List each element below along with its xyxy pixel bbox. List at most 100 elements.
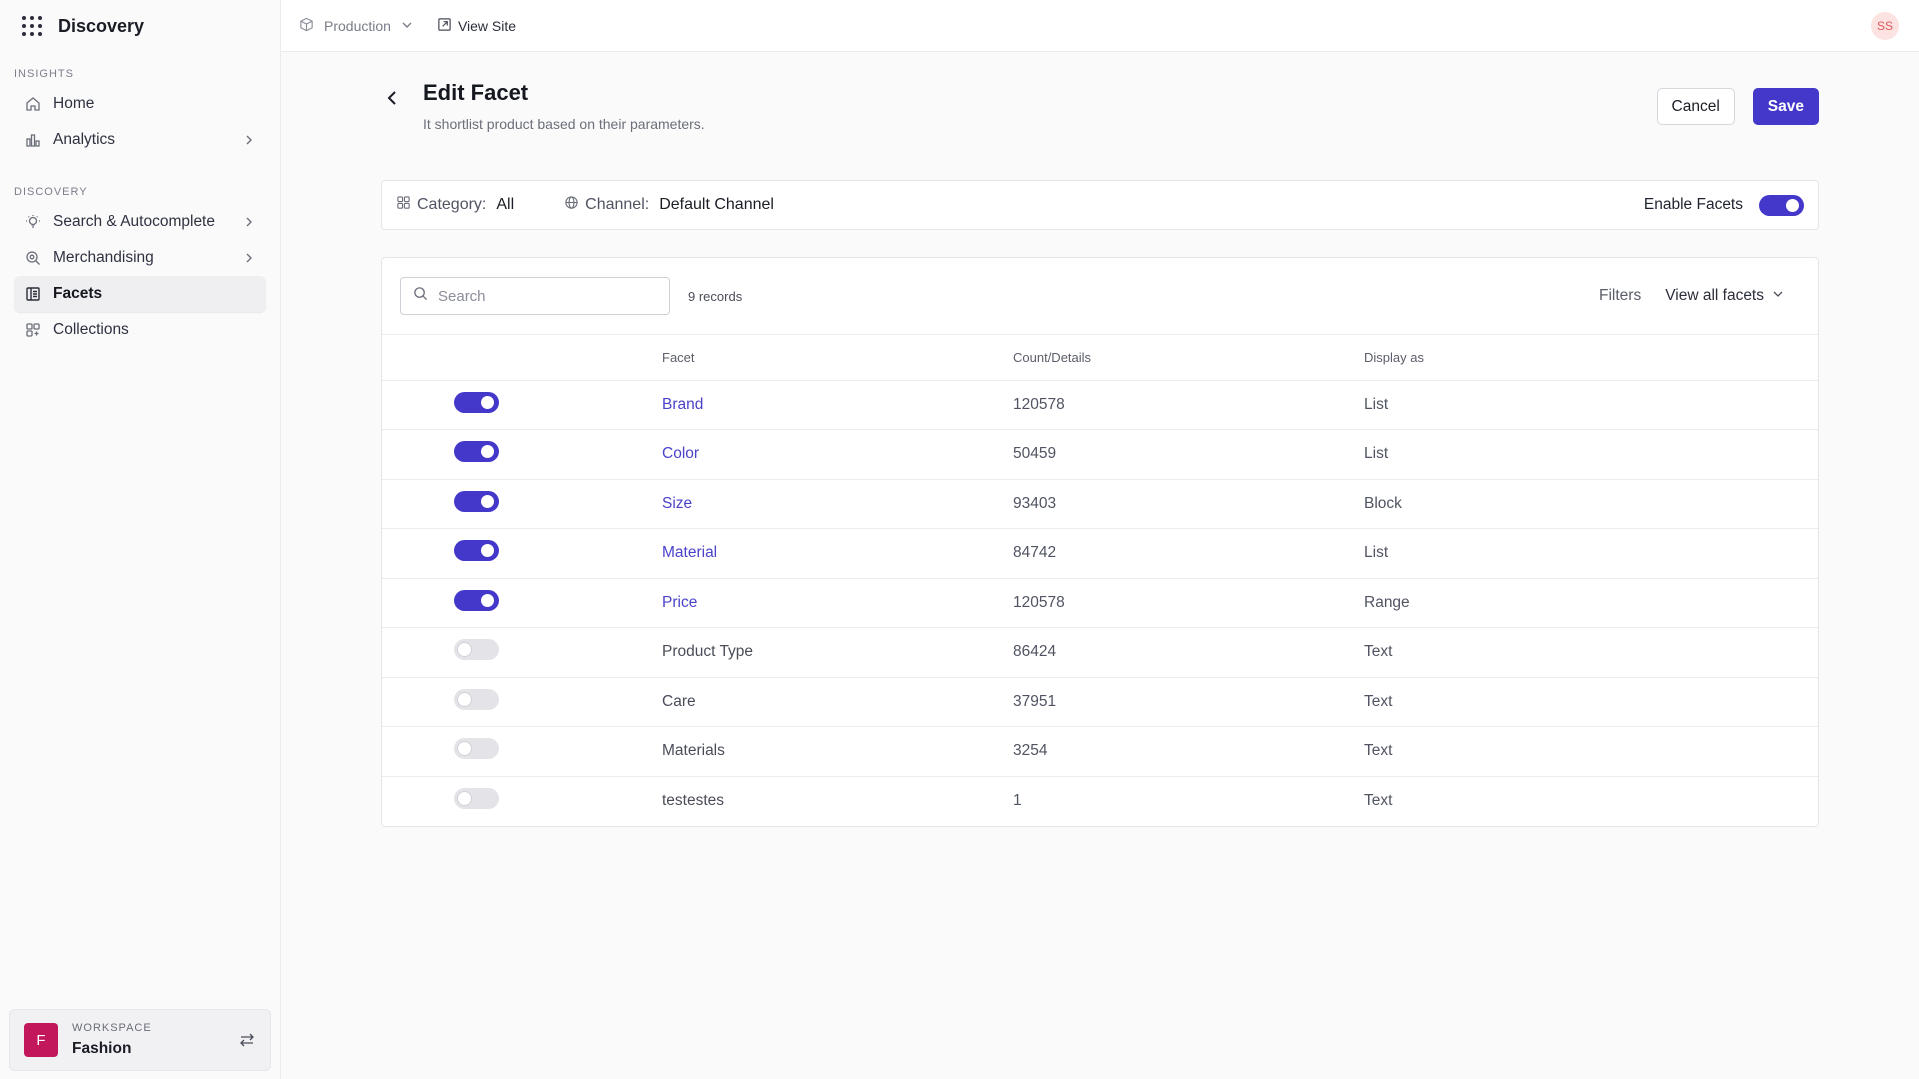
table-body: Brand 120578 List Color 50459 List Size 93403 Bl… bbox=[382, 380, 1818, 826]
facet-display-as: Text bbox=[1364, 792, 1393, 809]
facet-name[interactable]: Color bbox=[662, 429, 1013, 480]
facet-enabled-toggle[interactable] bbox=[454, 391, 499, 413]
view-site-link[interactable]: View Site bbox=[437, 17, 516, 35]
category-grid-icon bbox=[396, 195, 411, 215]
facet-count: 50459 bbox=[1013, 429, 1364, 480]
topbar: Production View Site SS bbox=[281, 0, 1919, 52]
sidebar-item-analytics[interactable]: Analytics bbox=[14, 122, 266, 158]
table-header-row: Facet Count/Details Display as bbox=[382, 335, 1818, 381]
facet-enabled-toggle[interactable] bbox=[454, 540, 499, 562]
facet-count: 120578 bbox=[1013, 380, 1364, 430]
table-row[interactable]: Size 93403 Block bbox=[382, 479, 1818, 529]
category-label: Category: bbox=[417, 196, 487, 213]
column-header-toggle bbox=[382, 335, 662, 381]
sidebar: Discovery INSIGHTS Home Analytics DISCOV… bbox=[0, 0, 281, 1079]
workspace-label: WORKSPACE bbox=[72, 1022, 152, 1034]
search-input[interactable] bbox=[438, 287, 648, 305]
page-title: Edit Facet bbox=[423, 80, 529, 105]
facets-table-card: 9 records Filters View all facets Facet bbox=[381, 257, 1819, 827]
facet-name[interactable]: Brand bbox=[662, 380, 1013, 430]
facet-enabled-toggle[interactable] bbox=[454, 589, 499, 611]
facet-count: 84742 bbox=[1013, 528, 1364, 579]
table-row[interactable]: Materials 3254 Text bbox=[382, 726, 1818, 777]
sidebar-item-merchandising[interactable]: Merchandising bbox=[14, 240, 266, 276]
facet-name: Product Type bbox=[662, 627, 1013, 678]
category-value: All bbox=[496, 196, 515, 213]
facet-enabled-toggle[interactable] bbox=[454, 639, 499, 661]
enable-facets-toggle[interactable] bbox=[1759, 194, 1804, 216]
back-arrow-icon[interactable] bbox=[381, 86, 405, 110]
chevron-right-icon bbox=[242, 133, 256, 147]
enable-facets: Enable Facets bbox=[1644, 194, 1804, 216]
sidebar-item-collections[interactable]: Collections bbox=[14, 312, 266, 348]
facet-count: 120578 bbox=[1013, 578, 1364, 628]
page-content: Edit Facet It shortlist product based on… bbox=[281, 80, 1919, 827]
table-row[interactable]: Color 50459 List bbox=[382, 429, 1818, 480]
facet-display-as: List bbox=[1364, 380, 1818, 430]
facet-name[interactable]: Material bbox=[662, 528, 1013, 579]
category-filter[interactable]: Category: All bbox=[396, 195, 514, 215]
switch-arrows-icon[interactable] bbox=[238, 1031, 256, 1049]
table-row[interactable]: Material 84742 List bbox=[382, 528, 1818, 579]
save-button[interactable]: Save bbox=[1752, 88, 1819, 125]
row-toggle-cell bbox=[382, 528, 662, 579]
channel-value: Default Channel bbox=[659, 196, 774, 213]
facet-enabled-toggle[interactable] bbox=[454, 441, 499, 463]
facets-table: Facet Count/Details Display as Brand 1205… bbox=[382, 335, 1818, 826]
sidebar-item-home[interactable]: Home bbox=[14, 86, 266, 122]
environment-selector[interactable]: Production bbox=[299, 17, 413, 35]
section-label-insights: INSIGHTS bbox=[14, 68, 74, 80]
apps-grid-icon[interactable] bbox=[22, 16, 42, 36]
facet-enabled-toggle[interactable] bbox=[454, 490, 499, 512]
table-row[interactable]: Care 37951 Text bbox=[382, 677, 1818, 727]
sidebar-item-search-autocomplete[interactable]: Search & Autocomplete bbox=[14, 204, 266, 240]
view-all-label: View all facets bbox=[1665, 287, 1764, 304]
search-box bbox=[400, 277, 670, 315]
channel-label: Channel: bbox=[585, 196, 650, 213]
facet-display-as: Block bbox=[1364, 479, 1818, 529]
sidebar-item-facets[interactable]: Facets bbox=[14, 276, 266, 312]
workspace-info: WORKSPACE Fashion bbox=[72, 1022, 152, 1058]
row-toggle-cell bbox=[382, 479, 662, 529]
facet-count: 1 bbox=[1013, 792, 1022, 809]
home-icon bbox=[24, 96, 41, 113]
row-toggle-cell bbox=[382, 776, 662, 826]
page-subtitle: It shortlist product based on their para… bbox=[423, 116, 705, 132]
sidebar-item-label: Search & Autocomplete bbox=[53, 213, 215, 230]
facet-enabled-toggle[interactable] bbox=[454, 688, 499, 710]
facet-enabled-toggle[interactable] bbox=[454, 788, 499, 809]
table-row[interactable]: Product Type 86424 Text bbox=[382, 627, 1818, 678]
facet-count: 37951 bbox=[1013, 677, 1364, 727]
column-header-display: Display as bbox=[1364, 335, 1818, 381]
chevron-right-icon bbox=[242, 251, 256, 265]
user-avatar[interactable]: SS bbox=[1871, 12, 1899, 40]
facet-enabled-toggle[interactable] bbox=[454, 738, 499, 760]
globe-icon bbox=[564, 195, 579, 215]
facet-name[interactable]: Size bbox=[662, 479, 1013, 529]
facet-name: testestes bbox=[662, 792, 725, 809]
workspace-name: Fashion bbox=[72, 1040, 132, 1057]
facet-display-as: Range bbox=[1364, 578, 1818, 628]
collections-grid-icon bbox=[24, 322, 41, 339]
table-row[interactable]: testestes 1 Text bbox=[382, 776, 1818, 826]
facet-display-as: List bbox=[1364, 429, 1818, 480]
view-all-facets-dropdown[interactable]: View all facets bbox=[1665, 287, 1784, 305]
search-target-icon bbox=[24, 250, 41, 267]
chevron-down-icon bbox=[401, 18, 413, 34]
cube-icon bbox=[299, 17, 314, 35]
column-header-facet: Facet bbox=[662, 335, 1013, 381]
table-row[interactable]: Brand 120578 List bbox=[382, 380, 1818, 430]
channel-filter[interactable]: Channel: Default Channel bbox=[564, 195, 774, 215]
facet-name[interactable]: Price bbox=[662, 578, 1013, 628]
sidebar-item-label: Analytics bbox=[53, 131, 116, 148]
section-label-discovery: DISCOVERY bbox=[14, 186, 88, 198]
sidebar-item-label: Home bbox=[53, 95, 95, 112]
facet-display-as: List bbox=[1364, 528, 1818, 579]
facet-display-as: Text bbox=[1364, 677, 1818, 727]
cancel-button[interactable]: Cancel bbox=[1656, 88, 1735, 125]
table-row[interactable]: Price 120578 Range bbox=[382, 578, 1818, 628]
header-actions: Cancel Save bbox=[1656, 88, 1819, 125]
brand: Discovery bbox=[14, 0, 266, 52]
workspace-switcher[interactable]: F WORKSPACE Fashion bbox=[9, 1009, 271, 1071]
filters-button[interactable]: Filters bbox=[1599, 287, 1641, 305]
